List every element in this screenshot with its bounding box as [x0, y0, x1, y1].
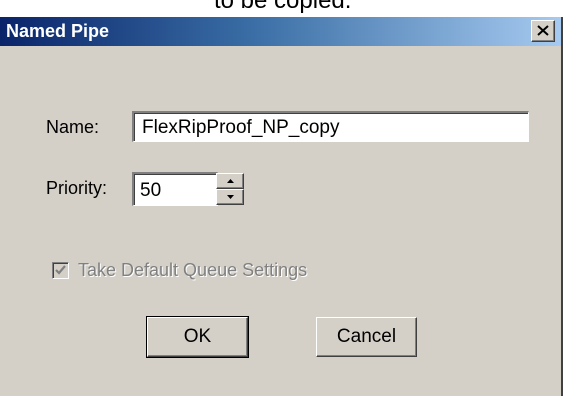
cancel-button-label: Cancel [336, 326, 397, 347]
priority-down-button[interactable] [216, 189, 244, 205]
name-field[interactable] [132, 111, 529, 142]
name-label: Name: [46, 117, 100, 137]
cancel-button[interactable]: Cancel [316, 317, 417, 357]
close-button[interactable] [531, 20, 555, 42]
dialog-title: Named Pipe [6, 21, 110, 41]
checkmark-icon [55, 265, 66, 275]
default-queue-label: Take Default Queue Settings [78, 260, 308, 280]
down-arrow-icon [227, 195, 234, 199]
background-strip: to be copied. [0, 0, 567, 17]
close-x-icon [537, 25, 549, 36]
ok-button-label: OK [183, 326, 212, 347]
priority-field[interactable] [132, 172, 218, 206]
up-arrow-icon [227, 179, 234, 183]
priority-label: Priority: [46, 178, 108, 198]
named-pipe-dialog: Named Pipe Name: Priority: Take Default … [0, 17, 563, 396]
priority-spinner [216, 173, 244, 205]
ok-button[interactable]: OK [146, 316, 249, 358]
priority-up-button[interactable] [216, 173, 244, 189]
title-bar[interactable]: Named Pipe [0, 17, 561, 46]
background-text: to be copied. [214, 0, 352, 14]
default-queue-checkbox[interactable] [52, 262, 69, 279]
